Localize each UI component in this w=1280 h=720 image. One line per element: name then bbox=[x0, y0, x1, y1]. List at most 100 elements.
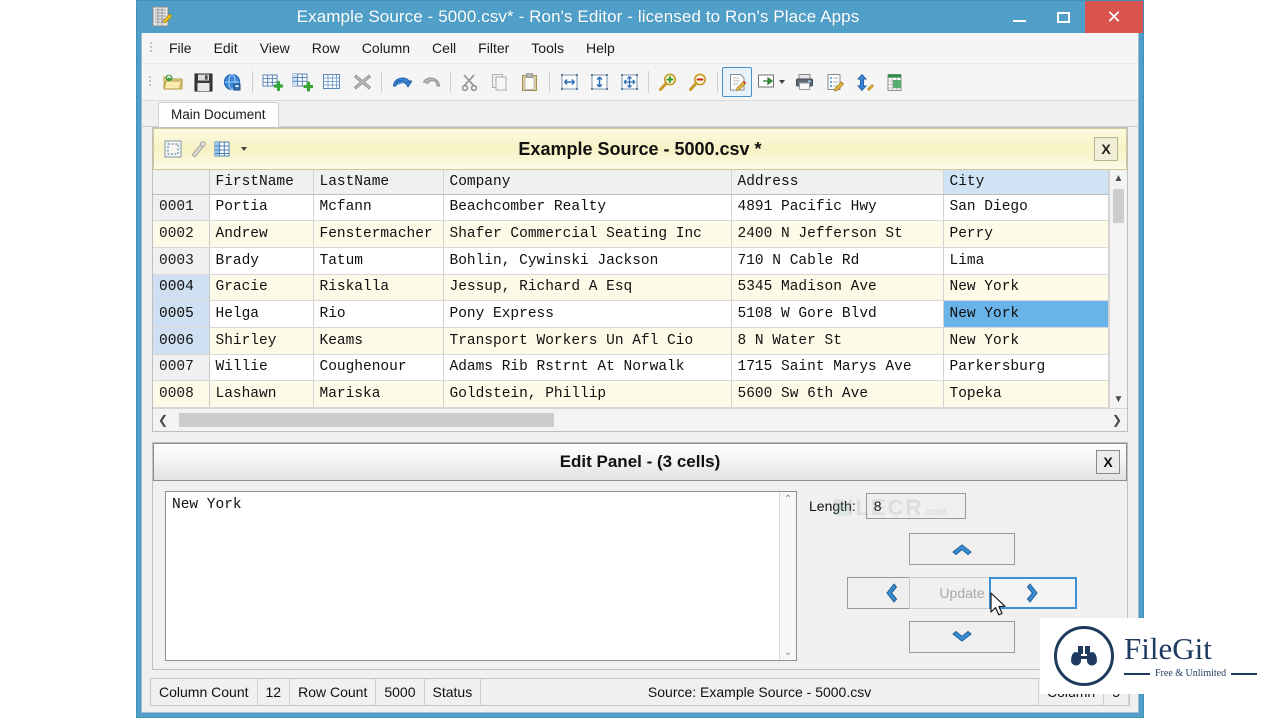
cell-city[interactable]: San Diego bbox=[943, 194, 1109, 222]
grid-header-city[interactable]: City bbox=[943, 170, 1109, 195]
tab-main-document[interactable]: Main Document bbox=[158, 102, 279, 127]
row-number[interactable]: 0003 bbox=[153, 247, 210, 275]
select-region-icon[interactable] bbox=[162, 138, 184, 160]
cell-address[interactable]: 710 N Cable Rd bbox=[731, 247, 944, 275]
cell-firstname[interactable]: Lashawn bbox=[209, 380, 314, 408]
table-row[interactable]: 0004 Gracie Riskalla Jessup, Richard A E… bbox=[153, 274, 1109, 302]
print-icon[interactable] bbox=[790, 67, 820, 97]
scroll-left-icon[interactable]: ❮ bbox=[153, 413, 173, 427]
cell-city[interactable]: New York bbox=[943, 300, 1109, 328]
grid-corner-header[interactable] bbox=[153, 170, 210, 195]
textarea-scrollbar[interactable]: ⌃ ⌄ bbox=[779, 492, 796, 660]
chevron-down-icon[interactable] bbox=[241, 147, 247, 151]
grid-header-company[interactable]: Company bbox=[443, 170, 732, 195]
scroll-right-icon[interactable]: ❯ bbox=[1107, 413, 1127, 427]
cell-company[interactable]: Beachcomber Realty bbox=[443, 194, 732, 222]
cell-company[interactable]: Pony Express bbox=[443, 300, 732, 328]
cell-city[interactable]: New York bbox=[943, 327, 1109, 355]
grid-header-lastname[interactable]: LastName bbox=[313, 170, 444, 195]
fit-both-icon[interactable] bbox=[614, 67, 644, 97]
zoom-out-icon[interactable] bbox=[683, 67, 713, 97]
delete-x-icon[interactable] bbox=[347, 67, 377, 97]
cell-company[interactable]: Adams Rib Rstrnt At Norwalk bbox=[443, 354, 732, 382]
column-table-icon[interactable] bbox=[212, 138, 234, 160]
open-folder-icon[interactable] bbox=[158, 67, 188, 97]
copy-icon[interactable] bbox=[485, 67, 515, 97]
scroll-up-icon[interactable]: ⌃ bbox=[784, 494, 792, 505]
horizontal-scroll-thumb[interactable] bbox=[179, 413, 554, 427]
edit-list-icon[interactable] bbox=[820, 67, 850, 97]
insert-row-icon[interactable] bbox=[257, 67, 287, 97]
excel-icon[interactable] bbox=[880, 67, 910, 97]
row-number[interactable]: 0007 bbox=[153, 354, 210, 382]
table-row[interactable]: 0001 Portia Mcfann Beachcomber Realty 48… bbox=[153, 194, 1109, 222]
document-close-button[interactable]: X bbox=[1094, 137, 1118, 161]
menu-item-column[interactable]: Column bbox=[351, 36, 421, 60]
menu-item-filter[interactable]: Filter bbox=[467, 36, 520, 60]
table-row[interactable]: 0006 Shirley Keams Transport Workers Un … bbox=[153, 327, 1109, 355]
cell-company[interactable]: Transport Workers Un Afl Cio bbox=[443, 327, 732, 355]
table-row[interactable]: 0008 Lashawn Mariska Goldstein, Phillip … bbox=[153, 380, 1109, 408]
edit-page-icon[interactable] bbox=[722, 67, 752, 97]
cell-company[interactable]: Jessup, Richard A Esq bbox=[443, 274, 732, 302]
grid-header-address[interactable]: Address bbox=[731, 170, 944, 195]
cell-firstname[interactable]: Gracie bbox=[209, 274, 314, 302]
scroll-down-icon[interactable]: ▼ bbox=[1110, 391, 1127, 408]
row-number[interactable]: 0005 bbox=[153, 300, 210, 328]
cell-city[interactable]: Perry bbox=[943, 220, 1109, 248]
cell-lastname[interactable]: Fenstermacher bbox=[313, 220, 444, 248]
menu-item-edit[interactable]: Edit bbox=[203, 36, 249, 60]
cell-firstname[interactable]: Shirley bbox=[209, 327, 314, 355]
menu-item-cell[interactable]: Cell bbox=[421, 36, 467, 60]
cell-lastname[interactable]: Rio bbox=[313, 300, 444, 328]
cell-firstname[interactable]: Willie bbox=[209, 354, 314, 382]
fit-height-icon[interactable] bbox=[584, 67, 614, 97]
redo-arrow-icon[interactable] bbox=[416, 67, 446, 97]
cell-company[interactable]: Shafer Commercial Seating Inc bbox=[443, 220, 732, 248]
cell-address[interactable]: 4891 Pacific Hwy bbox=[731, 194, 944, 222]
edit-textarea-wrapper[interactable]: New York ⌃ ⌄ bbox=[165, 491, 797, 661]
table-row[interactable]: 0003 Brady Tatum Bohlin, Cywinski Jackso… bbox=[153, 247, 1109, 275]
row-number[interactable]: 0006 bbox=[153, 327, 210, 355]
cell-company[interactable]: Bohlin, Cywinski Jackson bbox=[443, 247, 732, 275]
cell-city[interactable]: Lima bbox=[943, 247, 1109, 275]
grid-icon[interactable] bbox=[317, 67, 347, 97]
grid-header-firstname[interactable]: FirstName bbox=[209, 170, 314, 195]
cell-city[interactable]: Parkersburg bbox=[943, 354, 1109, 382]
fit-width-icon[interactable] bbox=[554, 67, 584, 97]
edit-panel-close-button[interactable]: X bbox=[1096, 450, 1120, 474]
grid-horizontal-scrollbar[interactable]: ❮ ❯ bbox=[153, 408, 1127, 431]
menu-item-file[interactable]: File bbox=[158, 36, 203, 60]
cut-scissors-icon[interactable] bbox=[455, 67, 485, 97]
cell-firstname[interactable]: Portia bbox=[209, 194, 314, 222]
nav-next-button[interactable] bbox=[989, 577, 1077, 609]
undo-arrow-icon[interactable] bbox=[386, 67, 416, 97]
sort-updown-icon[interactable] bbox=[850, 67, 880, 97]
cell-lastname[interactable]: Riskalla bbox=[313, 274, 444, 302]
row-number[interactable]: 0001 bbox=[153, 194, 210, 222]
scroll-down-icon[interactable]: ⌄ bbox=[784, 647, 792, 658]
cell-firstname[interactable]: Brady bbox=[209, 247, 314, 275]
nav-down-button[interactable] bbox=[909, 621, 1015, 653]
cell-address[interactable]: 8 N Water St bbox=[731, 327, 944, 355]
minimize-button[interactable] bbox=[997, 1, 1041, 33]
vertical-scroll-thumb[interactable] bbox=[1113, 189, 1124, 223]
cell-address[interactable]: 5345 Madison Ave bbox=[731, 274, 944, 302]
row-number[interactable]: 0008 bbox=[153, 380, 210, 408]
maximize-button[interactable] bbox=[1041, 1, 1085, 33]
cell-lastname[interactable]: Coughenour bbox=[313, 354, 444, 382]
cell-firstname[interactable]: Helga bbox=[209, 300, 314, 328]
nav-up-button[interactable] bbox=[909, 533, 1015, 565]
row-number[interactable]: 0002 bbox=[153, 220, 210, 248]
paste-clipboard-icon[interactable] bbox=[515, 67, 545, 97]
save-disk-icon[interactable] bbox=[188, 67, 218, 97]
table-row[interactable]: 0002 Andrew Fenstermacher Shafer Commerc… bbox=[153, 220, 1109, 248]
cell-lastname[interactable]: Tatum bbox=[313, 247, 444, 275]
cell-lastname[interactable]: Mariska bbox=[313, 380, 444, 408]
cell-address[interactable]: 2400 N Jefferson St bbox=[731, 220, 944, 248]
cell-address[interactable]: 5600 Sw 6th Ave bbox=[731, 380, 944, 408]
cell-lastname[interactable]: Keams bbox=[313, 327, 444, 355]
menu-item-view[interactable]: View bbox=[249, 36, 301, 60]
export-arrow-icon[interactable] bbox=[752, 67, 790, 97]
close-button[interactable]: ✕ bbox=[1085, 1, 1143, 33]
